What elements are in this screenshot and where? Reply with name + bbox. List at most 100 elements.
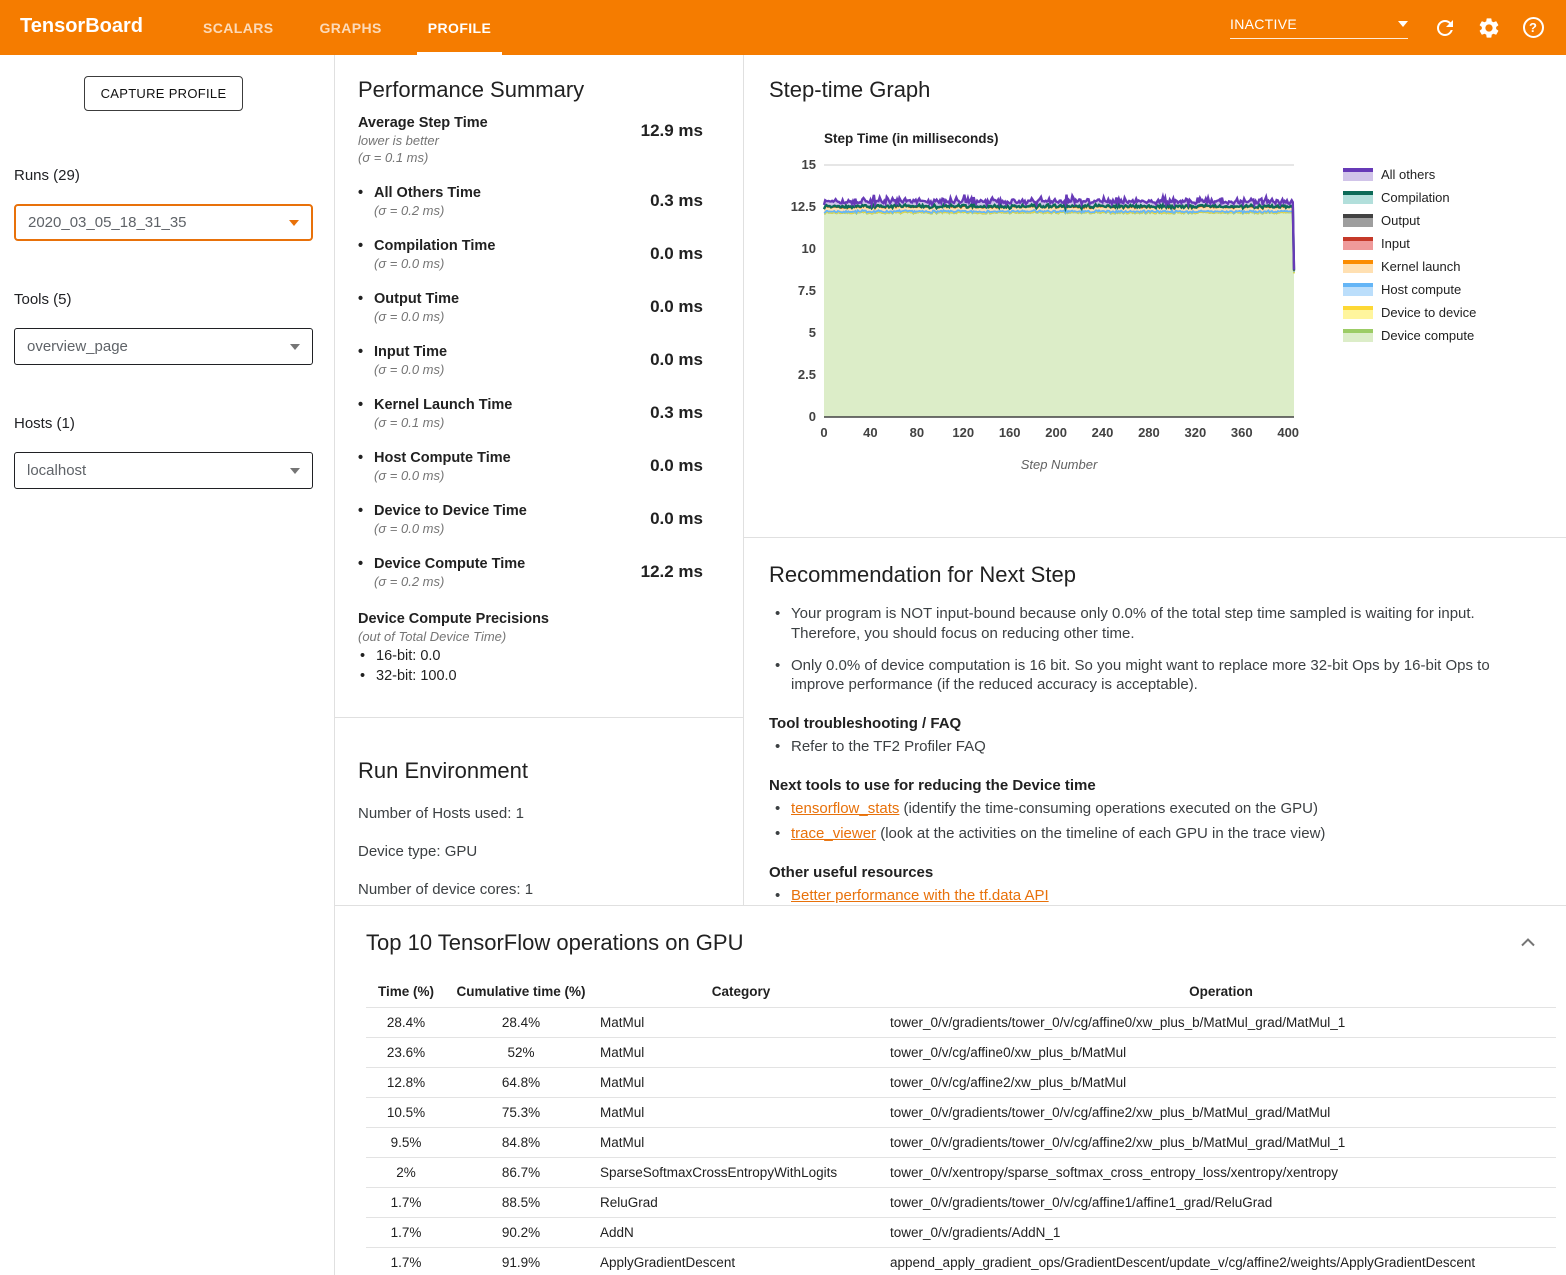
metric-sigma: (σ = 0.0 ms): [358, 521, 527, 536]
metric-value: 12.9 ms: [641, 121, 703, 165]
svg-text:0: 0: [820, 425, 827, 440]
group-item: Better performance with the tf.data API: [769, 886, 1526, 906]
run-env-line: Number of device cores: 1: [358, 881, 743, 898]
precisions-heading: Device Compute Precisions: [358, 611, 703, 627]
operation-cell: tower_0/v/gradients/tower_0/v/cg/affine0…: [886, 1008, 1556, 1038]
gear-icon[interactable]: [1474, 13, 1504, 43]
metric-sigma: (σ = 0.1 ms): [358, 150, 488, 165]
metric-sigma: (σ = 0.2 ms): [358, 203, 481, 218]
table-row: 10.5%75.3%MatMultower_0/v/gradients/towe…: [366, 1098, 1556, 1128]
metric-label: Average Step Time lower is better (σ = 0.1…: [358, 115, 488, 165]
metric-label: •Output Time(σ = 0.0 ms): [358, 291, 459, 324]
group-item: trace_viewer (look at the activities on …: [769, 824, 1526, 844]
resource-link[interactable]: tensorflow_stats: [791, 800, 899, 817]
group-items: Better performance with the tf.data API: [769, 886, 1526, 906]
time-cell: 1.7%: [366, 1218, 446, 1248]
cumulative-cell: 86.7%: [446, 1158, 596, 1188]
runs-select[interactable]: 2020_03_05_18_31_35: [14, 204, 313, 241]
legend-label: Output: [1381, 213, 1420, 228]
help-icon[interactable]: ?: [1518, 13, 1548, 43]
capture-profile-button[interactable]: CAPTURE PROFILE: [84, 76, 244, 111]
metric-row: •Compilation Time(σ = 0.0 ms)0.0 ms: [358, 238, 703, 271]
svg-text:5: 5: [809, 325, 816, 340]
device-compute-precisions: Device Compute Precisions (out of Total …: [358, 611, 703, 684]
recommendation-group: Next tools to use for reducing the Devic…: [769, 777, 1526, 844]
runs-label: Runs (29): [14, 167, 313, 184]
metric-name: •All Others Time: [358, 185, 481, 201]
cumulative-cell: 52%: [446, 1038, 596, 1068]
time-cell: 1.7%: [366, 1188, 446, 1218]
category-cell: AddN: [596, 1218, 886, 1248]
metric-label: •All Others Time (σ = 0.2 ms): [358, 185, 481, 218]
svg-text:7.5: 7.5: [798, 283, 816, 298]
svg-text:10: 10: [802, 241, 816, 256]
precision-item: 16-bit: 0.0: [358, 648, 703, 664]
legend-label: Host compute: [1381, 282, 1461, 297]
resource-link[interactable]: trace_viewer: [791, 825, 876, 842]
legend-swatch-icon: [1343, 260, 1373, 273]
step-time-graph-section: Step-time Graph Step Time (in millisecon…: [744, 55, 1566, 538]
recommendation-title: Recommendation for Next Step: [769, 562, 1526, 588]
main-content: Performance Summary Average Step Timelow…: [335, 55, 1566, 1275]
recommendation-bullet: Your program is NOT input-bound because …: [769, 604, 1526, 644]
svg-text:400: 400: [1277, 425, 1299, 440]
metric-value: 0.3 ms: [650, 191, 703, 218]
hosts-select[interactable]: localhost: [14, 452, 313, 489]
cumulative-cell: 88.5%: [446, 1188, 596, 1218]
table-row: 1.7%91.9%ApplyGradientDescentappend_appl…: [366, 1248, 1556, 1275]
time-cell: 12.8%: [366, 1068, 446, 1098]
time-cell: 2%: [366, 1158, 446, 1188]
tab-graphs[interactable]: GRAPHS: [296, 0, 404, 55]
legend-swatch-icon: [1343, 237, 1373, 250]
operation-cell: tower_0/v/gradients/tower_0/v/cg/affine2…: [886, 1098, 1556, 1128]
tab-profile[interactable]: PROFILE: [405, 0, 514, 55]
step-time-graph-title: Step-time Graph: [769, 77, 1566, 103]
legend-label: Compilation: [1381, 190, 1450, 205]
group-item: Refer to the TF2 Profiler FAQ: [769, 737, 1526, 757]
time-cell: 9.5%: [366, 1128, 446, 1158]
metric-value: 0.0 ms: [650, 297, 703, 324]
hosts-label: Hosts (1): [14, 415, 313, 432]
svg-text:120: 120: [952, 425, 974, 440]
tab-scalars[interactable]: SCALARS: [180, 0, 296, 55]
legend-swatch-icon: [1343, 191, 1373, 204]
legend-item: Output: [1343, 213, 1476, 228]
metric-name: Average Step Time: [358, 115, 488, 131]
status-dropdown[interactable]: INACTIVE: [1230, 16, 1408, 39]
metric-subtext: lower is better: [358, 133, 488, 148]
operation-cell: tower_0/v/cg/affine2/xw_plus_b/MatMul: [886, 1068, 1556, 1098]
metric-sigma: (σ = 0.1 ms): [358, 415, 512, 430]
legend-label: Device compute: [1381, 328, 1474, 343]
group-heading: Next tools to use for reducing the Devic…: [769, 777, 1526, 794]
metric-row: •Output Time(σ = 0.0 ms) 0.0 ms: [358, 291, 703, 324]
metric-row: •All Others Time (σ = 0.2 ms) 0.3 ms: [358, 185, 703, 218]
time-cell: 10.5%: [366, 1098, 446, 1128]
metric-label: •Device to Device Time (σ = 0.0 ms): [358, 503, 527, 536]
metric-sigma: (σ = 0.0 ms): [358, 362, 447, 377]
metric-name: •Output Time: [358, 291, 459, 307]
legend-swatch-icon: [1343, 306, 1373, 319]
svg-text:Step Time (in milliseconds): Step Time (in milliseconds): [824, 131, 999, 146]
group-items: tensorflow_stats (identify the time-cons…: [769, 799, 1526, 844]
metric-name: •Device to Device Time: [358, 503, 527, 519]
metric-value: 0.0 ms: [650, 509, 703, 536]
operation-cell: tower_0/v/gradients/tower_0/v/cg/affine2…: [886, 1128, 1556, 1158]
svg-text:0: 0: [809, 409, 816, 424]
svg-text:Step Number: Step Number: [1021, 457, 1098, 472]
svg-text:320: 320: [1185, 425, 1207, 440]
operation-cell: tower_0/v/cg/affine0/xw_plus_b/MatMul: [886, 1038, 1556, 1068]
category-cell: MatMul: [596, 1098, 886, 1128]
metric-sigma: (σ = 0.2 ms): [358, 574, 525, 589]
legend-item: Kernel launch: [1343, 259, 1476, 274]
metric-value: 0.0 ms: [650, 456, 703, 483]
category-cell: MatMul: [596, 1038, 886, 1068]
cumulative-cell: 90.2%: [446, 1218, 596, 1248]
legend-item: Host compute: [1343, 282, 1476, 297]
refresh-icon[interactable]: [1430, 13, 1460, 43]
legend-swatch-icon: [1343, 214, 1373, 227]
chevron-up-icon[interactable]: [1520, 934, 1536, 952]
tools-select[interactable]: overview_page: [14, 328, 313, 365]
resource-link[interactable]: Better performance with the tf.data API: [791, 887, 1049, 904]
time-cell: 1.7%: [366, 1248, 446, 1275]
table-row: 23.6%52%MatMultower_0/v/cg/affine0/xw_pl…: [366, 1038, 1556, 1068]
